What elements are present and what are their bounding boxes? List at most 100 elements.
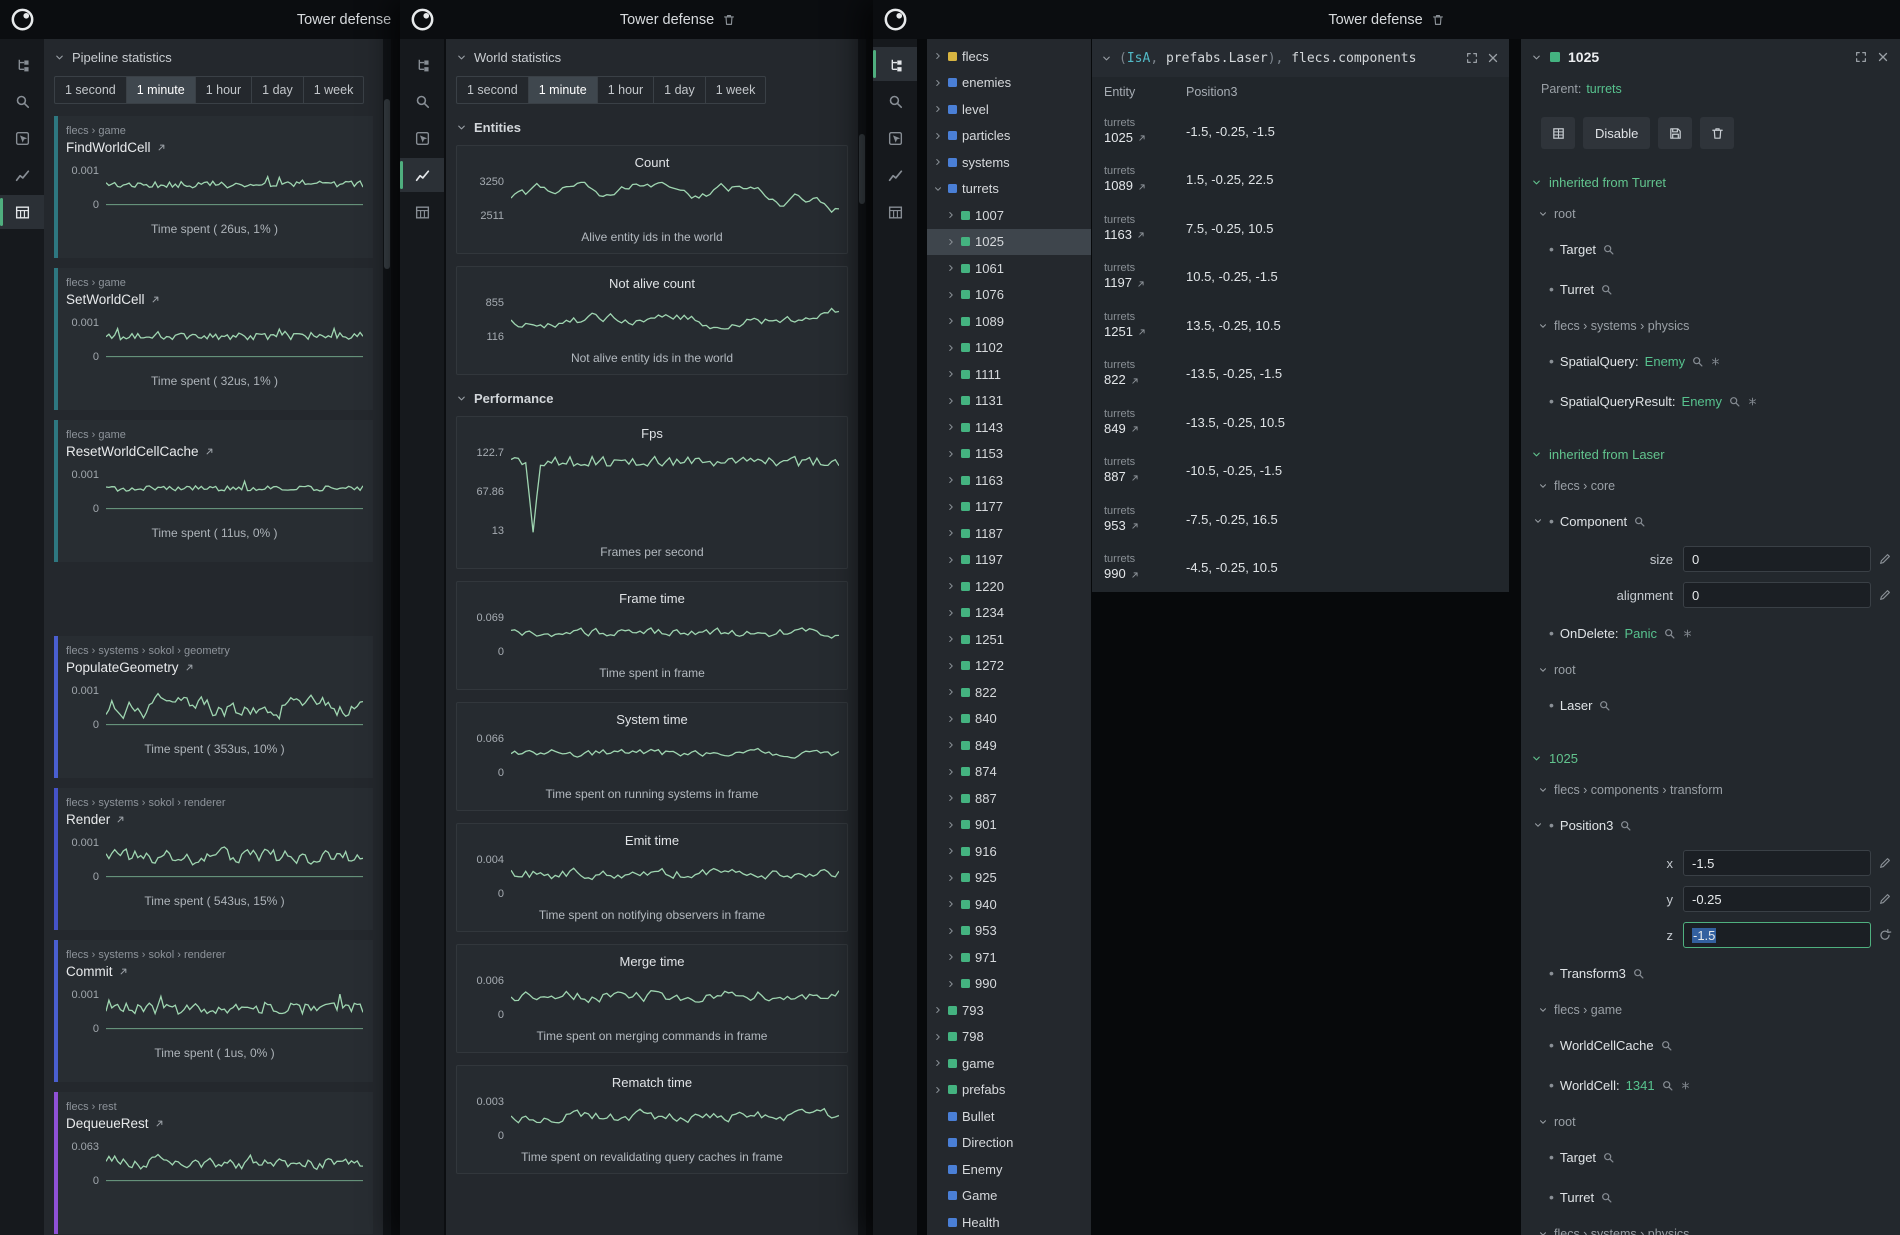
tree-item-1025[interactable]: 1025 bbox=[927, 229, 1091, 256]
scrollbar-thumb[interactable] bbox=[859, 134, 865, 204]
chevron-right-icon[interactable] bbox=[946, 449, 956, 459]
entity-id-link[interactable]: 1251 bbox=[1104, 324, 1133, 341]
chevron-right-icon[interactable] bbox=[946, 793, 956, 803]
rail-charts-button[interactable] bbox=[873, 158, 917, 192]
tree-item-level[interactable]: level bbox=[927, 96, 1091, 123]
tree-item-enemy[interactable]: Enemy bbox=[927, 1156, 1091, 1183]
entity-id-link[interactable]: 953 bbox=[1104, 518, 1126, 535]
pipeline-tab-1-second[interactable]: 1 second bbox=[55, 77, 127, 103]
chevron-right-icon[interactable] bbox=[933, 78, 943, 88]
open-link-icon[interactable] bbox=[1130, 376, 1140, 386]
edit-icon[interactable] bbox=[1878, 892, 1892, 906]
disable-button[interactable]: Disable bbox=[1583, 117, 1650, 149]
module-path[interactable]: flecs › components › transform bbox=[1521, 775, 1900, 805]
tree-item-1131[interactable]: 1131 bbox=[927, 388, 1091, 415]
field-input-y[interactable]: -0.25 bbox=[1683, 886, 1871, 912]
search-icon[interactable] bbox=[1661, 1079, 1674, 1092]
section-header[interactable]: inherited from Laser bbox=[1521, 439, 1900, 469]
chevron-right-icon[interactable] bbox=[946, 316, 956, 326]
component-row-worldcellcache[interactable]: •WorldCellCache bbox=[1521, 1025, 1900, 1065]
search-icon[interactable] bbox=[1691, 355, 1704, 368]
chevron-right-icon[interactable] bbox=[946, 926, 956, 936]
entity-id-link[interactable]: 1197 bbox=[1104, 275, 1132, 292]
tree-item-game[interactable]: game bbox=[927, 1050, 1091, 1077]
component-row-laser[interactable]: •Laser bbox=[1521, 685, 1900, 725]
rail-search-button[interactable] bbox=[873, 84, 917, 118]
tree-item-822[interactable]: 822 bbox=[927, 679, 1091, 706]
search-icon[interactable] bbox=[1728, 395, 1741, 408]
component-row-turret[interactable]: •Turret bbox=[1521, 1177, 1900, 1217]
table-view-button[interactable] bbox=[1541, 117, 1575, 149]
tree-item-1163[interactable]: 1163 bbox=[927, 467, 1091, 494]
tree-item-874[interactable]: 874 bbox=[927, 759, 1091, 786]
tree-item-particles[interactable]: particles bbox=[927, 123, 1091, 150]
component-row-position3[interactable]: •Position3 bbox=[1521, 805, 1900, 845]
field-input-z[interactable]: -1.5 bbox=[1683, 922, 1871, 948]
entity-id-link[interactable]: 1025 bbox=[1104, 130, 1133, 147]
open-link-icon[interactable] bbox=[1136, 279, 1146, 289]
open-link-icon[interactable] bbox=[1136, 230, 1146, 240]
search-icon[interactable] bbox=[1619, 819, 1632, 832]
component-row-component[interactable]: •Component bbox=[1521, 501, 1900, 541]
chevron-right-icon[interactable] bbox=[946, 581, 956, 591]
field-input-alignment[interactable]: 0 bbox=[1683, 582, 1871, 608]
component-value-link[interactable]: 1341 bbox=[1626, 1078, 1655, 1093]
chevron-down-icon[interactable] bbox=[1533, 516, 1543, 526]
chevron-right-icon[interactable] bbox=[946, 555, 956, 565]
component-row-turret[interactable]: •Turret bbox=[1521, 269, 1900, 309]
section-header[interactable]: 1025 bbox=[1521, 743, 1900, 773]
chevron-right-icon[interactable] bbox=[946, 290, 956, 300]
search-icon[interactable] bbox=[1602, 1151, 1615, 1164]
tree-item-916[interactable]: 916 bbox=[927, 838, 1091, 865]
chevron-right-icon[interactable] bbox=[933, 104, 943, 114]
chevron-right-icon[interactable] bbox=[946, 873, 956, 883]
component-value-link[interactable]: Enemy bbox=[1682, 394, 1722, 409]
component-row-transform3[interactable]: •Transform3 bbox=[1521, 953, 1900, 993]
tree-item-1251[interactable]: 1251 bbox=[927, 626, 1091, 653]
stat-name-link[interactable]: DequeueRest bbox=[66, 1116, 363, 1131]
chevron-down-icon[interactable] bbox=[933, 184, 943, 194]
module-path[interactable]: root bbox=[1521, 1107, 1900, 1137]
chevron-right-icon[interactable] bbox=[946, 979, 956, 989]
scrollbar-thumb[interactable] bbox=[384, 99, 390, 269]
tree-item-840[interactable]: 840 bbox=[927, 706, 1091, 733]
parent-link[interactable]: turrets bbox=[1586, 82, 1621, 96]
chevron-right-icon[interactable] bbox=[946, 396, 956, 406]
entity-id-link[interactable]: 1163 bbox=[1104, 227, 1132, 244]
chevron-down-icon[interactable] bbox=[1531, 52, 1542, 63]
chevron-right-icon[interactable] bbox=[946, 369, 956, 379]
module-path[interactable]: flecs › core bbox=[1521, 471, 1900, 501]
expand-icon[interactable] bbox=[1854, 50, 1868, 64]
component-row-spatialqueryresult[interactable]: •SpatialQueryResult:Enemy bbox=[1521, 381, 1900, 421]
entity-id-link[interactable]: 990 bbox=[1104, 566, 1126, 583]
query-input[interactable]: (IsA, prefabs.Laser), flecs.components bbox=[1119, 51, 1458, 66]
tree-item-1153[interactable]: 1153 bbox=[927, 441, 1091, 468]
chevron-right-icon[interactable] bbox=[946, 237, 956, 247]
tree-item-793[interactable]: 793 bbox=[927, 997, 1091, 1024]
delete-button[interactable] bbox=[1700, 117, 1734, 149]
chevron-right-icon[interactable] bbox=[946, 502, 956, 512]
query-result-row-849[interactable]: turrets 849 -13.5, -0.25, 10.5 bbox=[1092, 398, 1509, 447]
rail-hierarchy-button[interactable] bbox=[0, 47, 44, 81]
chevron-right-icon[interactable] bbox=[933, 1085, 943, 1095]
module-path[interactable]: flecs › game bbox=[1521, 995, 1900, 1025]
tree-item-1197[interactable]: 1197 bbox=[927, 547, 1091, 574]
edit-icon[interactable] bbox=[1878, 856, 1892, 870]
chevron-right-icon[interactable] bbox=[946, 846, 956, 856]
component-value-link[interactable]: Enemy bbox=[1645, 354, 1685, 369]
scrollbar[interactable] bbox=[858, 39, 866, 1235]
rail-search-button[interactable] bbox=[0, 84, 44, 118]
tree-item-1234[interactable]: 1234 bbox=[927, 600, 1091, 627]
rail-statistics-button[interactable] bbox=[0, 195, 44, 229]
tree-item-1187[interactable]: 1187 bbox=[927, 520, 1091, 547]
rail-inspector-button[interactable] bbox=[400, 121, 444, 155]
chevron-right-icon[interactable] bbox=[946, 422, 956, 432]
chevron-right-icon[interactable] bbox=[946, 952, 956, 962]
open-link-icon[interactable] bbox=[1130, 424, 1140, 434]
close-icon[interactable] bbox=[1486, 51, 1500, 65]
save-button[interactable] bbox=[1658, 117, 1692, 149]
section-header-entities[interactable]: Entities bbox=[456, 120, 848, 135]
tree-item-systems[interactable]: systems bbox=[927, 149, 1091, 176]
chevron-right-icon[interactable] bbox=[933, 1058, 943, 1068]
chevron-right-icon[interactable] bbox=[946, 343, 956, 353]
